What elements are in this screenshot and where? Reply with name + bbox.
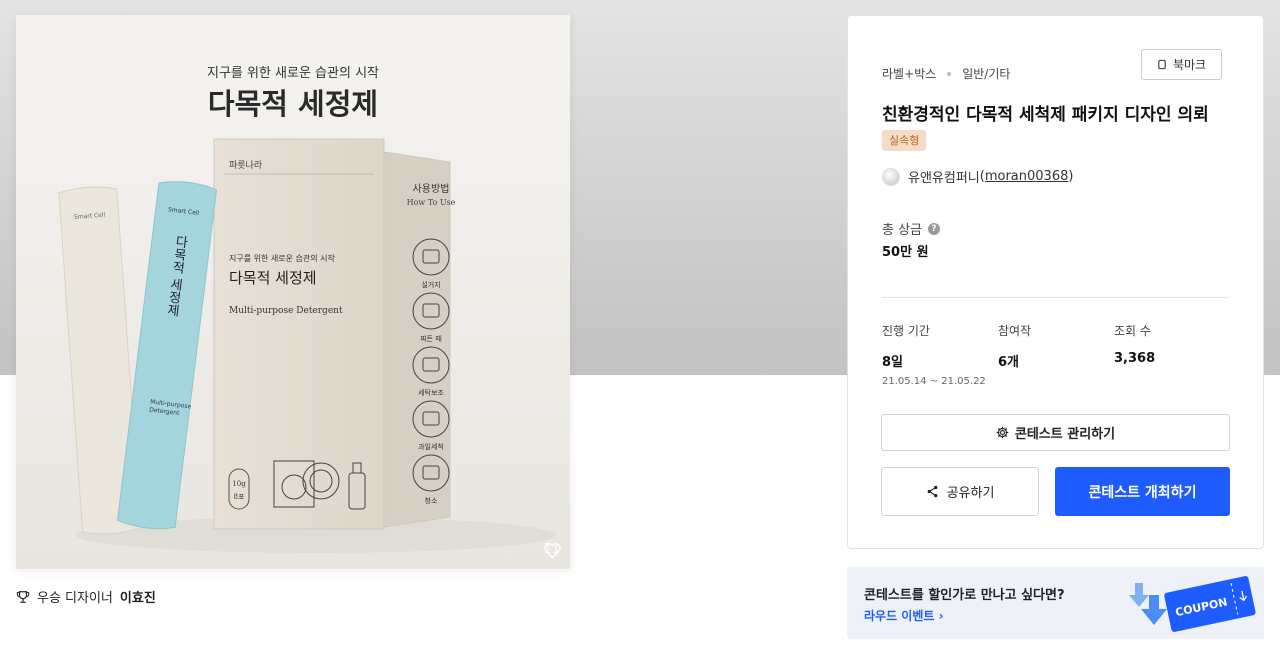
prize-value: 50만 원: [882, 245, 929, 260]
host-handle[interactable]: moran00368: [985, 169, 1069, 184]
share-label: 공유하기: [946, 486, 995, 501]
manage-contest-button[interactable]: 콘테스트 관리하기: [881, 414, 1230, 451]
chevron-right-icon: ›: [938, 609, 944, 623]
usage-label: 세탁보조: [418, 388, 444, 397]
like-counter[interactable]: 11: [543, 542, 562, 559]
stat-label: 진행 기간: [882, 324, 930, 338]
prize-label-row: 총 상금 ?: [882, 219, 941, 238]
breadcrumb: 라벨+박스 일반/기타: [882, 65, 1010, 82]
category-primary[interactable]: 라벨+박스: [882, 65, 936, 82]
heart-icon[interactable]: [543, 542, 562, 559]
usage-label: 과일세척: [418, 442, 444, 451]
coupon-title: 콘테스트를 할인가로 만나고 싶다면?: [864, 588, 1065, 603]
usage-label: 설거지: [421, 280, 440, 289]
share-icon: [927, 485, 937, 498]
round-event-link[interactable]: 라우드 이벤트 ›: [864, 607, 944, 624]
winner-info: 우승 디자이너 이효진: [16, 587, 156, 606]
gear-icon: [996, 426, 1009, 439]
box-count: 8포: [234, 493, 245, 501]
trophy-icon: [16, 590, 30, 603]
stat-entries: 참여작 6개: [998, 322, 1031, 370]
stat-label: 조회 수: [1114, 324, 1151, 338]
stat-duration: 진행 기간 8일 21.05.14 ~ 21.05.22: [882, 322, 986, 387]
front-box: 파릇나라 지구를 위한 새로운 습관의 시작 다목적 세정제 Multi-pur…: [213, 138, 385, 530]
share-button[interactable]: 공유하기: [881, 467, 1039, 516]
usage-label: 찌든 때: [420, 334, 442, 343]
round-event-label: 라우드 이벤트: [864, 609, 935, 623]
divider: [882, 297, 1229, 298]
host-avatar: [882, 167, 900, 186]
winning-design-image[interactable]: 지구를 위한 새로운 습관의 시작 다목적 세정제 사용방법 How To Us…: [16, 15, 570, 569]
winner-label: 우승 디자이너: [37, 591, 113, 606]
bookmark-icon: [1158, 59, 1166, 70]
host-info[interactable]: 유앤유컴퍼니 (moran00368): [882, 167, 1073, 186]
bookmark-label: 북마크: [1172, 58, 1207, 72]
box-brand: 파릇나라: [229, 160, 263, 171]
coupon-banner[interactable]: 콘테스트를 할인가로 만나고 싶다면? 라우드 이벤트 › COUPON: [847, 567, 1264, 639]
how-to-use-subtitle: How To Use: [407, 198, 456, 207]
stat-label: 참여작: [998, 324, 1032, 338]
category-secondary[interactable]: 일반/기타: [962, 65, 1010, 82]
headline-large: 다목적 세정제: [208, 87, 378, 121]
stat-value: 8일: [882, 355, 904, 370]
manage-contest-label: 콘테스트 관리하기: [1014, 427, 1116, 442]
stat-value: 6개: [998, 355, 1020, 370]
coupon-illustration: COUPON: [1129, 576, 1256, 632]
box-subtitle: 지구를 위한 새로운 습관의 시작: [229, 253, 335, 263]
box-english: Multi-purpose Detergent: [229, 306, 343, 316]
stat-value: 3,368: [1114, 351, 1156, 366]
host-contest-button[interactable]: 콘테스트 개최하기: [1055, 467, 1230, 516]
box-weight: 10g: [232, 480, 246, 488]
winner-name[interactable]: 이효진: [120, 587, 156, 606]
prize-label: 총 상금: [882, 223, 923, 238]
stat-views: 조회 수 3,368: [1114, 322, 1155, 366]
help-icon[interactable]: ?: [928, 222, 941, 235]
product-artwork: 지구를 위한 새로운 습관의 시작 다목적 세정제 사용방법 How To Us…: [16, 15, 570, 569]
bookmark-button[interactable]: 북마크: [1141, 49, 1222, 80]
host-name: 유앤유컴퍼니: [908, 171, 980, 186]
plan-badge: 실속형: [882, 130, 927, 151]
contest-title: 친환경적인 다목적 세척제 패키지 디자인 의뢰: [882, 105, 1209, 125]
stat-date-range: 21.05.14 ~ 21.05.22: [882, 376, 986, 387]
box-title: 다목적 세정제: [229, 269, 317, 287]
back-box: 사용방법 How To Use 설거지찌든 때세탁보조과일세척청소: [383, 151, 456, 528]
contest-info-panel: 라벨+박스 일반/기타 북마크 친환경적인 다목적 세척제 패키지 디자인 의뢰…: [847, 15, 1264, 549]
how-to-use-title: 사용방법: [413, 183, 450, 195]
headline-small: 지구를 위한 새로운 습관의 시작: [207, 66, 379, 81]
breadcrumb-separator: [947, 71, 952, 76]
usage-label: 청소: [425, 497, 438, 505]
